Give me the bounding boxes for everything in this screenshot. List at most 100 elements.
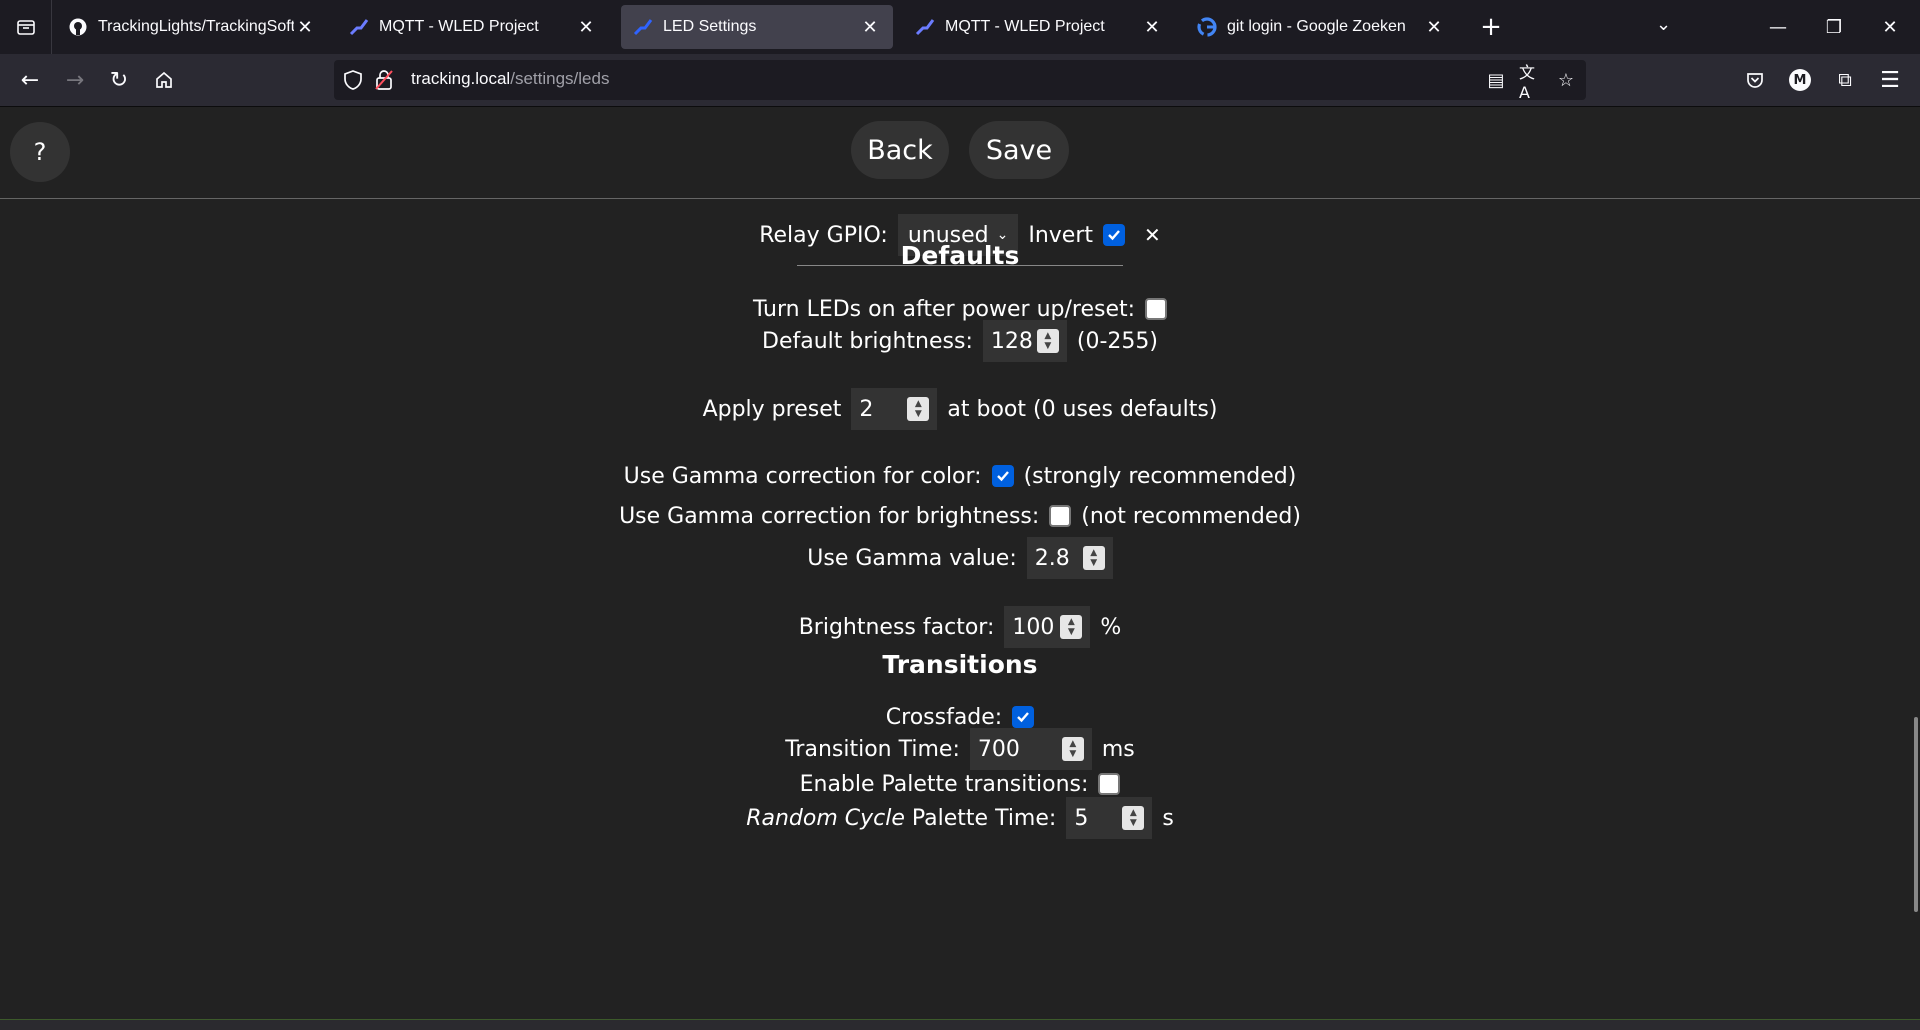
gamma-value: 2.8	[1034, 545, 1070, 571]
random-cycle-row: Random Cycle Palette Time: 5 ▲ ▼ s	[0, 797, 1920, 839]
random-cycle-input[interactable]: 5 ▲ ▼	[1066, 797, 1153, 839]
default-brightness-input[interactable]: 128 ▲ ▼	[982, 320, 1067, 362]
tab-title: TrackingLights/TrackingSoftware	[98, 18, 294, 35]
bookmark-star-icon[interactable]: ☆	[1554, 68, 1578, 92]
palette-transitions-checkbox[interactable]	[1098, 773, 1121, 795]
spinner-icon[interactable]: ▲ ▼	[1061, 737, 1084, 761]
gamma-value-input[interactable]: 2.8 ▲ ▼	[1026, 537, 1113, 579]
forward-nav-button[interactable]: →	[59, 64, 91, 96]
apply-preset-suffix: at boot (0 uses defaults)	[947, 396, 1218, 422]
random-cycle-italic: Random Cycle	[746, 805, 905, 831]
gamma-brightness-row: Use Gamma correction for brightness: (no…	[0, 496, 1920, 536]
pocket-icon	[1747, 73, 1763, 88]
minimize-button[interactable]: —	[1750, 0, 1806, 54]
transition-time-unit: ms	[1101, 736, 1135, 762]
close-window-button[interactable]: ✕	[1862, 0, 1918, 54]
restore-button[interactable]: ❐	[1806, 0, 1862, 54]
wled-icon	[633, 17, 653, 37]
close-icon[interactable]: ✕	[294, 17, 316, 38]
account-avatar-icon: M	[1789, 69, 1811, 91]
turn-on-checkbox[interactable]	[1145, 298, 1168, 320]
tab-led-settings[interactable]: LED Settings ✕	[621, 5, 893, 49]
crossfade-checkbox[interactable]	[1012, 706, 1035, 728]
gamma-brightness-note: (not recommended)	[1081, 503, 1301, 529]
tab-github[interactable]: TrackingLights/TrackingSoftware ✕	[56, 5, 328, 49]
close-icon[interactable]: ✕	[1423, 17, 1445, 38]
reload-button[interactable]: ↻	[103, 64, 135, 96]
tab-google[interactable]: git login - Google Zoeken ✕	[1185, 5, 1457, 49]
default-brightness-value: 128	[990, 328, 1033, 354]
brightness-factor-unit: %	[1100, 614, 1122, 640]
plus-icon: +	[1480, 12, 1502, 42]
close-icon[interactable]: ✕	[575, 17, 597, 38]
transition-time-label: Transition Time:	[785, 736, 960, 762]
gamma-color-checkbox[interactable]	[991, 465, 1014, 487]
default-brightness-label: Default brightness:	[762, 328, 973, 354]
back-nav-button[interactable]: ←	[14, 64, 46, 96]
tab-mqtt-1[interactable]: MQTT - WLED Project ✕	[337, 5, 609, 49]
tab-title: git login - Google Zoeken	[1227, 18, 1406, 35]
tab-title: MQTT - WLED Project	[945, 18, 1105, 35]
default-brightness-row: Default brightness: 128 ▲ ▼ (0-255)	[0, 320, 1920, 362]
tab-strip: TrackingLights/TrackingSoftware ✕ MQTT -…	[0, 0, 1920, 54]
gamma-brightness-checkbox[interactable]	[1049, 505, 1072, 527]
insecure-lock-icon[interactable]	[372, 68, 396, 92]
close-icon[interactable]: ✕	[1141, 17, 1163, 38]
extensions-button[interactable]: ⧉	[1829, 64, 1861, 96]
arrow-right-icon: →	[65, 67, 85, 93]
url-text[interactable]: tracking.local/settings/leds	[411, 69, 609, 89]
page-content: ? Back Save Relay GPIO: unused ⌄ Invert …	[0, 107, 1920, 1029]
gamma-value-label: Use Gamma value:	[807, 545, 1017, 571]
default-brightness-range: (0-255)	[1076, 328, 1158, 354]
back-button[interactable]: Back	[851, 121, 949, 179]
close-icon[interactable]: ✕	[859, 17, 881, 38]
random-cycle-value: 5	[1074, 805, 1089, 831]
new-tab-button[interactable]: +	[1474, 10, 1508, 44]
random-cycle-label: Random Cycle Palette Time:	[746, 806, 1056, 831]
chevron-down-icon: ⌄	[1656, 14, 1672, 35]
app-menu-button[interactable]: ☰	[1874, 64, 1906, 96]
save-button[interactable]: Save	[969, 121, 1069, 179]
gamma-color-label: Use Gamma correction for color:	[623, 463, 982, 489]
shield-icon[interactable]	[341, 68, 365, 92]
wled-icon	[915, 17, 935, 37]
restore-icon: ❐	[1825, 16, 1843, 38]
url-bar[interactable]: tracking.local/settings/leds ▤ 文A ☆	[334, 60, 1586, 102]
bottom-edge	[0, 1019, 1920, 1030]
spinner-icon[interactable]: ▲ ▼	[1036, 329, 1059, 353]
help-button[interactable]: ?	[10, 122, 70, 182]
home-button[interactable]	[148, 64, 180, 96]
settings-top-bar: ? Back Save	[0, 107, 1920, 199]
page-scrollbar[interactable]	[1914, 717, 1918, 912]
check-icon	[996, 471, 1009, 482]
spinner-icon[interactable]: ▲ ▼	[1060, 615, 1083, 639]
pocket-button[interactable]	[1739, 64, 1771, 96]
brightness-factor-row: Brightness factor: 100 ▲ ▼ %	[0, 606, 1920, 648]
firefox-view-button[interactable]	[0, 0, 52, 54]
palette-transitions-label: Enable Palette transitions:	[799, 771, 1089, 797]
list-all-tabs-button[interactable]: ⌄	[1656, 14, 1671, 35]
hamburger-menu-icon: ☰	[1880, 67, 1900, 93]
gamma-value-row: Use Gamma value: 2.8 ▲ ▼	[0, 537, 1920, 579]
home-icon	[156, 71, 172, 88]
spinner-icon[interactable]: ▲ ▼	[1082, 546, 1105, 570]
firefox-view-icon	[16, 20, 35, 35]
random-cycle-label-text: Palette Time:	[911, 805, 1057, 831]
apply-preset-row: Apply preset 2 ▲ ▼ at boot (0 uses defaul…	[0, 388, 1920, 430]
tab-mqtt-2[interactable]: MQTT - WLED Project ✕	[903, 5, 1175, 49]
close-icon: ✕	[1882, 16, 1898, 38]
navigation-bar: ← → ↻ tracking.local/settings/leds ▤ 文A …	[0, 54, 1920, 107]
crossfade-label: Crossfade:	[885, 704, 1003, 730]
reader-view-icon[interactable]: ▤	[1484, 68, 1508, 92]
check-icon	[1017, 712, 1030, 723]
defaults-heading: Defaults	[900, 241, 1020, 270]
apply-preset-input[interactable]: 2 ▲ ▼	[851, 388, 938, 430]
spinner-icon[interactable]: ▲ ▼	[1122, 806, 1145, 830]
account-button[interactable]: M	[1784, 64, 1816, 96]
brightness-factor-input[interactable]: 100 ▲ ▼	[1004, 606, 1091, 648]
wled-icon	[349, 17, 369, 37]
turn-on-label: Turn LEDs on after power up/reset:	[752, 296, 1136, 322]
gamma-color-note: (strongly recommended)	[1023, 463, 1297, 489]
spinner-icon[interactable]: ▲ ▼	[907, 397, 930, 421]
translate-icon[interactable]: 文A	[1519, 63, 1543, 102]
